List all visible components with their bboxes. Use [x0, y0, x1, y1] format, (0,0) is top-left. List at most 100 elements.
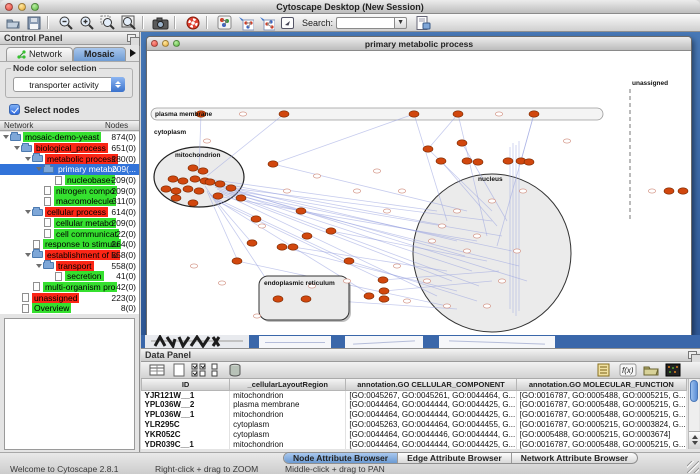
column-header[interactable]: ID [142, 379, 230, 390]
graph-node[interactable] [436, 158, 446, 164]
graph-node-small[interactable] [253, 314, 260, 318]
tab-network-attribute-browser[interactable]: Network Attribute Browser [512, 453, 637, 463]
network-view-titlebar[interactable]: primary metabolic process [147, 37, 691, 51]
graph-node[interactable] [423, 146, 433, 152]
table-cell[interactable]: YPL036W__2 [142, 400, 230, 410]
graph-node[interactable] [188, 165, 198, 171]
tree-row[interactable]: metabolic process280(0) [0, 153, 139, 164]
graph-node-small[interactable] [428, 239, 435, 243]
table-row[interactable]: YLR295Ccytoplasm[GO:0045263, GO:0044464,… [142, 419, 687, 429]
tree-row[interactable]: primary metabo209(... [0, 164, 139, 175]
tree-row[interactable]: mosaic-demo-yeast874(0) [0, 132, 139, 143]
column-header[interactable]: annotation.GO CELLULAR_COMPONENT [346, 379, 516, 390]
table-row[interactable]: YKR052Ccytoplasm[GO:0044464, GO:0044446,… [142, 429, 687, 439]
graph-node-small[interactable] [473, 234, 480, 238]
expander-icon[interactable] [24, 157, 32, 161]
graph-node-small[interactable] [398, 189, 405, 193]
tree-row[interactable]: multi-organism pro42(0) [0, 282, 139, 293]
table-cell[interactable]: [GO:0044464, GO:0044444, GO:0044425, G..… [346, 400, 516, 410]
graph-node-small[interactable] [373, 169, 380, 173]
graph-node-small[interactable] [453, 209, 460, 213]
table-cell[interactable]: [GO:0044464, GO:0044444, GO:0044425, G..… [346, 410, 516, 420]
search-dropdown-arrow[interactable]: ▼ [394, 17, 407, 29]
annotation-icon[interactable] [279, 15, 296, 30]
plugin-manager-icon[interactable] [414, 15, 431, 30]
graph-node[interactable] [247, 240, 257, 246]
attribute-table-header-row[interactable]: ID_cellularLayoutRegionannotation.GO CEL… [142, 379, 687, 390]
graph-node[interactable] [453, 111, 463, 117]
table-row[interactable]: YPL036W__2plasma membrane[GO:0044464, GO… [142, 400, 687, 410]
graph-node-small[interactable] [403, 299, 410, 303]
search-input[interactable] [336, 17, 394, 29]
resize-grip[interactable] [687, 461, 699, 473]
graph-node[interactable] [188, 200, 198, 206]
tree-row[interactable]: cellular process614(0) [0, 207, 139, 218]
graph-node-small[interactable] [203, 139, 210, 143]
graph-node-small[interactable] [353, 189, 360, 193]
attribute-table[interactable]: ID_cellularLayoutRegionannotation.GO CEL… [141, 379, 687, 449]
table-cell[interactable]: [GO:0044464, GO:0044444, GO:0044425, G..… [346, 439, 516, 449]
graph-node-small[interactable] [313, 174, 320, 178]
tree-row[interactable]: secretion41(0) [0, 271, 139, 282]
graph-node-small[interactable] [563, 139, 570, 143]
graph-node-small[interactable] [495, 112, 502, 116]
new-attribute-icon[interactable] [171, 363, 187, 377]
help-icon[interactable] [184, 15, 201, 30]
graph-node[interactable] [236, 195, 246, 201]
graph-node[interactable] [379, 296, 389, 302]
graph-node[interactable] [268, 161, 278, 167]
graph-node[interactable] [279, 111, 289, 117]
table-cell[interactable]: [GO:0016787, GO:0005488, GO:0005215, G..… [516, 439, 686, 449]
graph-node[interactable] [215, 181, 225, 187]
formula-icon[interactable]: f(x) [619, 363, 635, 377]
tree-row[interactable]: cell communicat22(0) [0, 228, 139, 239]
graph-node[interactable] [302, 233, 312, 239]
table-cell[interactable]: [GO:0044464, GO:0044446, GO:0044444, G..… [346, 429, 516, 439]
tree-row[interactable]: macromolecule311(0) [0, 196, 139, 207]
zoom-in-icon[interactable] [78, 15, 95, 30]
graph-node[interactable] [457, 140, 467, 146]
expander-icon[interactable] [2, 135, 10, 139]
tree-row[interactable]: biological_process651(0) [0, 143, 139, 154]
graph-node[interactable] [409, 111, 419, 117]
table-cell[interactable]: YKR052C [142, 429, 230, 439]
graph-node[interactable] [161, 186, 171, 192]
graph-node[interactable] [198, 168, 208, 174]
graph-node[interactable] [168, 176, 178, 182]
graph-node[interactable] [288, 244, 298, 250]
graph-node-small[interactable] [258, 224, 265, 228]
graph-node-small[interactable] [190, 264, 197, 268]
select-attributes-icon[interactable] [191, 363, 207, 377]
tab-edge-attribute-browser[interactable]: Edge Attribute Browser [398, 453, 512, 463]
graph-node[interactable] [273, 296, 283, 302]
table-cell[interactable]: cytoplasm [230, 419, 346, 429]
tree-header[interactable]: Network Nodes [0, 120, 139, 131]
tab-node-attribute-browser[interactable]: Node Attribute Browser [284, 453, 398, 463]
graph-node[interactable] [171, 188, 181, 194]
graph-node-small[interactable] [483, 304, 490, 308]
graph-node[interactable] [462, 158, 472, 164]
tree-row[interactable]: nucleobase-209(0) [0, 175, 139, 186]
graph-node[interactable] [344, 258, 354, 264]
matrix-icon[interactable] [665, 363, 681, 377]
column-header[interactable]: _cellularLayoutRegion [230, 379, 346, 390]
delete-attribute-icon[interactable] [227, 363, 243, 377]
table-scrollbar[interactable] [688, 379, 699, 449]
tree-row[interactable]: nitrogen compo209(0) [0, 185, 139, 196]
table-cell[interactable]: [GO:0016787, GO:0005488, GO:0005215, G..… [516, 400, 686, 410]
graph-node-small[interactable] [648, 189, 655, 193]
graph-node[interactable] [251, 216, 261, 222]
zoom-selected-icon[interactable] [99, 15, 116, 30]
snapshot-icon[interactable] [152, 15, 169, 30]
attribute-list-icon[interactable] [596, 363, 612, 377]
node-color-dropdown[interactable]: transporter activity [13, 77, 125, 92]
tree-row[interactable]: establishment of lo558(0) [0, 250, 139, 261]
graph-node-small[interactable] [463, 249, 470, 253]
tab-mosaic[interactable]: Mosaic [73, 47, 126, 61]
graph-node[interactable] [473, 159, 483, 165]
tree-row[interactable]: response to stimulu264(0) [0, 239, 139, 250]
graph-edge[interactable] [273, 164, 467, 211]
tab-network[interactable]: Network [6, 47, 73, 61]
table-cell[interactable]: mitochondrion [230, 390, 346, 400]
graph-node[interactable] [277, 244, 287, 250]
